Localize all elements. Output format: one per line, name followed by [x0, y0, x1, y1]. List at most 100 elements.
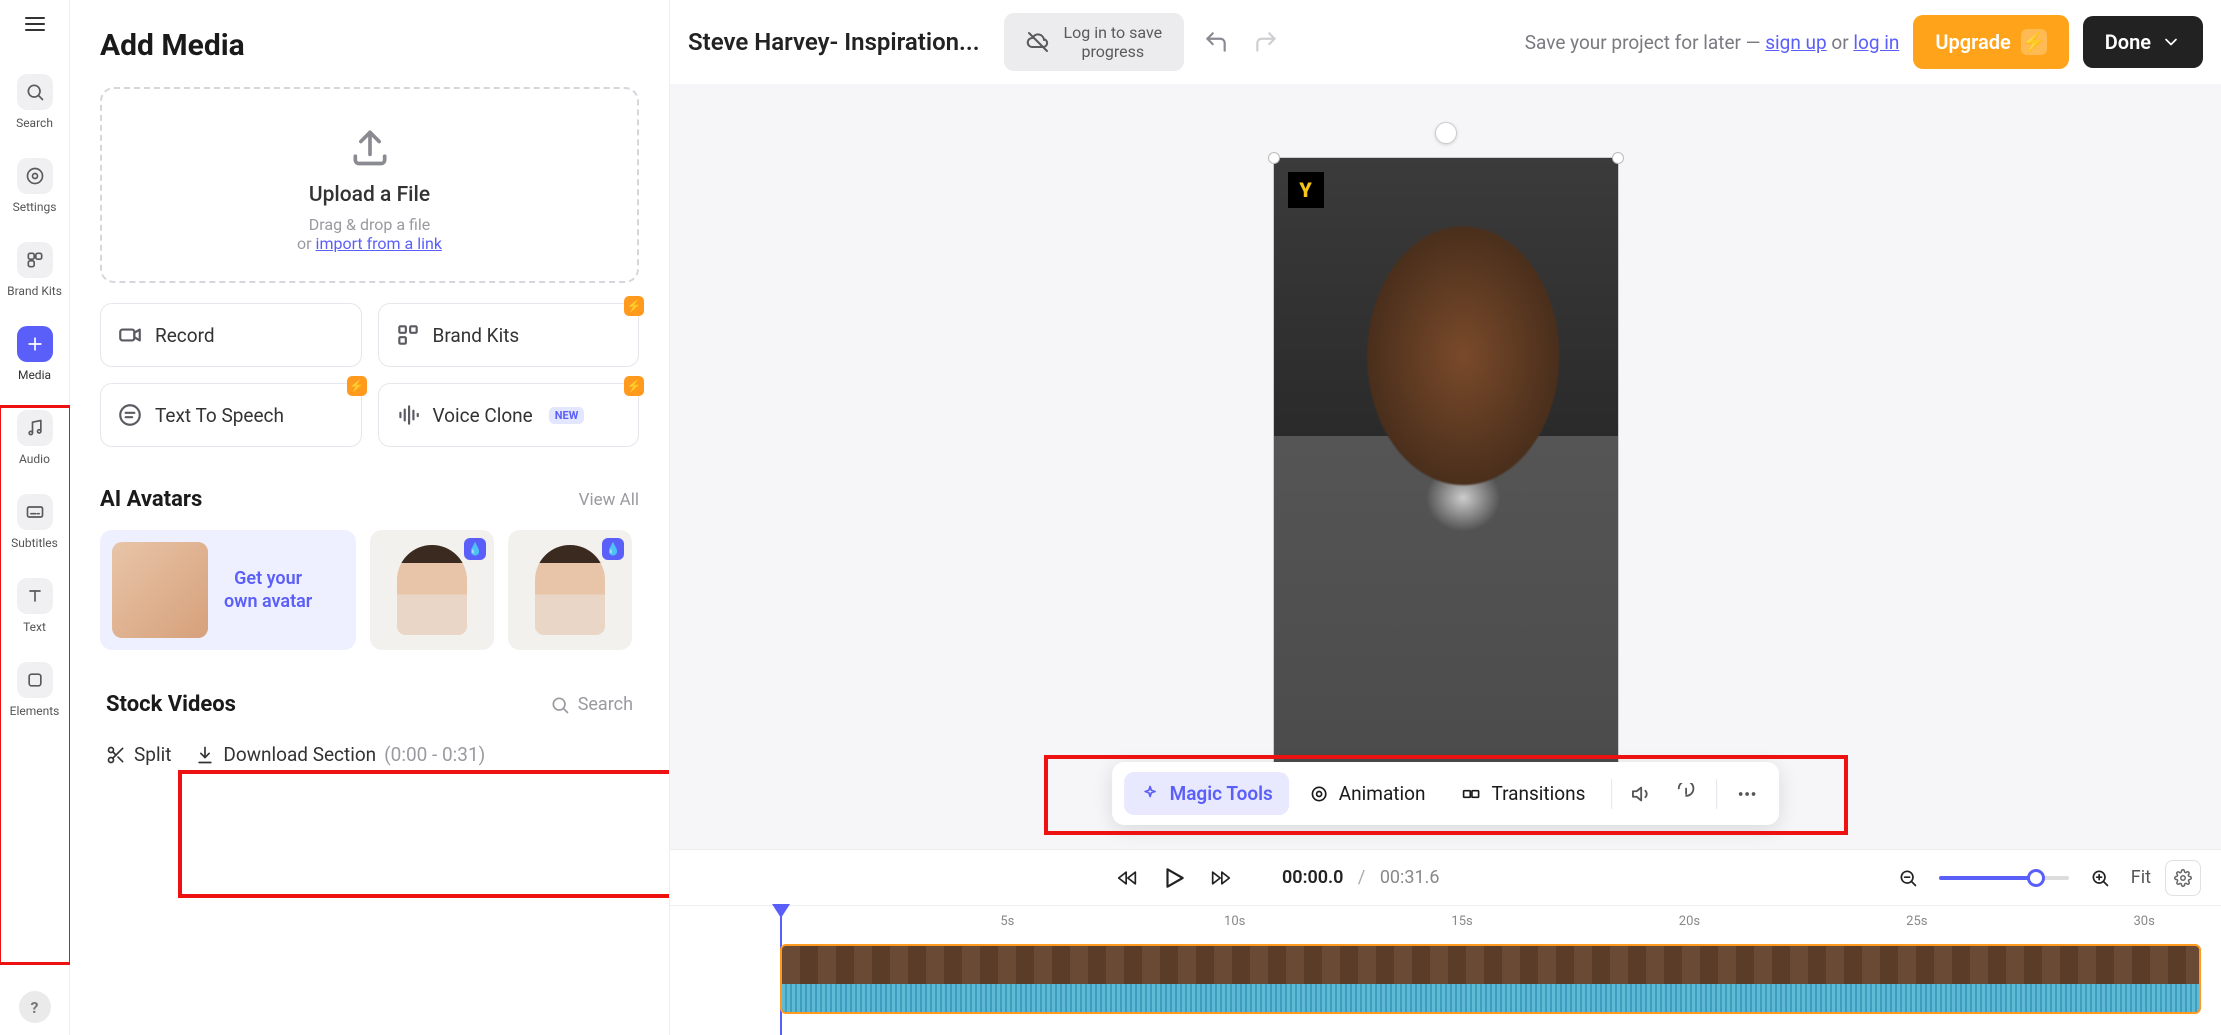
voiceclone-option[interactable]: Voice Clone NEW: [378, 383, 640, 447]
play-button[interactable]: [1154, 858, 1194, 898]
preview-canvas[interactable]: Y Magic Tools Animation Transitions: [670, 84, 2221, 849]
timeline-ruler: 5s 10s 15s 20s 25s 30s: [780, 914, 2201, 936]
upload-title: Upload a File: [122, 183, 617, 207]
ruler-tick: 10s: [1224, 914, 1245, 929]
done-button[interactable]: Done: [2083, 16, 2203, 68]
search-icon: [17, 74, 53, 110]
stock-heading: Stock Videos: [106, 692, 236, 717]
rail-label: Elements: [10, 704, 60, 718]
import-link[interactable]: import from a link: [316, 234, 442, 253]
premium-badge-icon: [602, 538, 624, 560]
rotate-handle[interactable]: [1435, 122, 1457, 144]
option-label: Record: [155, 324, 215, 347]
rail-text[interactable]: Text: [0, 578, 69, 634]
avatars-heading: AI Avatars: [100, 487, 202, 512]
left-rail: Search Settings Brand Kits Media Audio S…: [0, 0, 70, 1035]
ctx-label: Transitions: [1491, 782, 1585, 805]
save-pill-line: Log in to save: [1064, 23, 1163, 42]
save-pill-line: progress: [1064, 42, 1163, 61]
save-later-text: Save your project for later — sign up or…: [1525, 31, 1900, 54]
login-save-pill[interactable]: Log in to save progress: [1004, 13, 1185, 71]
brandkits-icon: [17, 242, 53, 278]
stock-search[interactable]: Search: [550, 694, 633, 715]
done-label: Done: [2105, 30, 2151, 54]
premium-badge-icon: [464, 538, 486, 560]
download-icon: [195, 745, 215, 765]
zoom-out-button[interactable]: [1891, 861, 1925, 895]
rail-search[interactable]: Search: [0, 74, 69, 130]
bolt-badge-icon: [624, 296, 644, 316]
upgrade-button[interactable]: Upgrade ⚡: [1913, 15, 2068, 69]
rail-elements[interactable]: Elements: [0, 662, 69, 718]
rail-audio[interactable]: Audio: [0, 410, 69, 466]
playback-bar: 00:00.0 / 00:31.6 Fit: [670, 849, 2221, 905]
plus-icon: [17, 326, 53, 362]
avatar-image: [112, 542, 208, 638]
timeline[interactable]: 5s 10s 15s 20s 25s 30s: [670, 905, 2221, 1035]
rail-subtitles[interactable]: Subtitles: [0, 494, 69, 550]
login-link[interactable]: log in: [1853, 31, 1899, 54]
transitions-button[interactable]: Transitions: [1445, 772, 1601, 815]
animation-button[interactable]: Animation: [1293, 772, 1442, 815]
redo-button[interactable]: [1248, 24, 1284, 60]
prev-frame-button[interactable]: [1110, 861, 1144, 895]
next-frame-button[interactable]: [1204, 861, 1238, 895]
rail-label: Settings: [13, 200, 57, 214]
video-clip[interactable]: Y: [1273, 157, 1619, 777]
rail-label: Audio: [19, 452, 50, 466]
zoom-in-button[interactable]: [2083, 861, 2117, 895]
palette-icon: [395, 322, 421, 348]
rail-label: Media: [18, 368, 51, 382]
split-button[interactable]: Split: [106, 743, 171, 766]
bolt-badge-icon: [347, 376, 367, 396]
help-button[interactable]: ?: [19, 991, 51, 1023]
fit-button[interactable]: Fit: [2131, 867, 2151, 888]
rail-media[interactable]: Media: [0, 326, 69, 382]
subtitles-icon: [17, 494, 53, 530]
avatar-preset[interactable]: [370, 530, 494, 650]
speed-button[interactable]: [1666, 774, 1706, 814]
animation-icon: [1309, 784, 1329, 804]
record-option[interactable]: Record: [100, 303, 362, 367]
ctx-label: Animation: [1339, 782, 1426, 805]
slider-thumb[interactable]: [2027, 869, 2045, 887]
speech-icon: [117, 402, 143, 428]
rail-label: Search: [16, 116, 53, 130]
rail-brandkits[interactable]: Brand Kits: [0, 242, 69, 298]
download-range: (0:00 - 0:31): [384, 743, 485, 766]
resize-handle[interactable]: [1612, 152, 1624, 164]
magic-tools-button[interactable]: Magic Tools: [1124, 772, 1289, 815]
resize-handle[interactable]: [1268, 152, 1280, 164]
timeline-settings-button[interactable]: [2165, 860, 2201, 896]
upgrade-label: Upgrade: [1935, 30, 2010, 54]
hamburger-menu[interactable]: [0, 10, 69, 38]
text-icon: [17, 578, 53, 614]
audio-icon: [17, 410, 53, 446]
sparkle-icon: [1140, 784, 1160, 804]
project-title[interactable]: Steve Harvey- Inspiration...: [688, 28, 980, 56]
avatar-preset[interactable]: [508, 530, 632, 650]
option-label: Text To Speech: [155, 404, 284, 427]
download-section-button[interactable]: Download Section (0:00 - 0:31): [195, 743, 485, 766]
elements-icon: [17, 662, 53, 698]
undo-button[interactable]: [1198, 24, 1234, 60]
divider: [1716, 779, 1717, 809]
own-avatar-card[interactable]: Get yourown avatar: [100, 530, 356, 650]
tts-option[interactable]: Text To Speech: [100, 383, 362, 447]
signup-link[interactable]: sign up: [1765, 31, 1826, 54]
annotation-box: [178, 770, 670, 898]
volume-button[interactable]: [1622, 774, 1662, 814]
topbar: Steve Harvey- Inspiration... Log in to s…: [670, 0, 2221, 84]
upload-dropzone[interactable]: Upload a File Drag & drop a file or impo…: [100, 87, 639, 283]
rail-label: Subtitles: [11, 536, 58, 550]
viewall-link[interactable]: View All: [579, 490, 639, 510]
camera-icon: [117, 322, 143, 348]
brandkits-option[interactable]: Brand Kits: [378, 303, 640, 367]
timecode: 00:00.0 / 00:31.6: [1282, 867, 1440, 888]
search-icon: [550, 695, 570, 715]
more-button[interactable]: [1727, 774, 1767, 814]
current-time: 00:00.0: [1282, 867, 1343, 888]
zoom-slider[interactable]: [1939, 876, 2069, 880]
clip-track[interactable]: [780, 944, 2201, 1014]
rail-settings[interactable]: Settings: [0, 158, 69, 214]
